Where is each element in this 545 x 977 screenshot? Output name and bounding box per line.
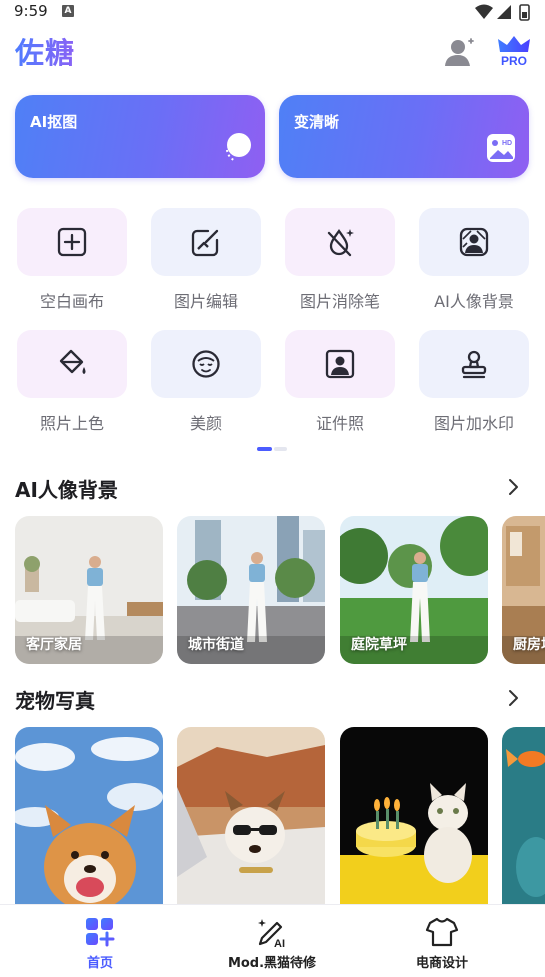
tool-icon-box	[17, 330, 127, 398]
nav-label: 首页	[86, 956, 113, 971]
portrait-bg-card[interactable]: 城市街道	[177, 516, 325, 664]
bottom-nav: 首页 AI Mod.黑猫待修 电商设计	[0, 904, 545, 977]
svg-text:AI: AI	[274, 938, 285, 949]
app-title: 佐糖	[15, 30, 75, 72]
cat-cake-image	[340, 727, 488, 905]
plus-square-icon	[57, 227, 87, 257]
tool-beauty[interactable]: 美颜	[151, 330, 261, 434]
tool-label: 图片加水印	[433, 414, 514, 433]
chevron-right-icon[interactable]	[505, 478, 523, 496]
card-label: 庭院草坪	[351, 637, 407, 653]
nav-label: 电商设计	[415, 956, 468, 971]
tool-label: 图片消除笔	[299, 292, 380, 311]
section-title-pet-photo: 宠物写真	[15, 689, 95, 713]
tool-id-photo[interactable]: 证件照	[285, 330, 395, 434]
pet-photo-card[interactable]	[340, 727, 488, 905]
user-add-icon[interactable]	[443, 36, 477, 70]
svg-text:HD: HD	[502, 140, 512, 147]
tool-label: 证件照	[315, 414, 364, 433]
page-indicator	[257, 447, 287, 451]
status-time: 9:59	[14, 2, 48, 20]
pet-photo-card[interactable]	[177, 727, 325, 905]
tshirt-icon	[425, 917, 459, 947]
home-grid-icon	[86, 918, 115, 947]
nav-label: Mod.黑猫待修	[227, 956, 317, 971]
tool-image-edit[interactable]: 图片编辑	[151, 208, 261, 312]
tool-icon-box	[17, 208, 127, 276]
hero-label: AI抠图	[30, 113, 78, 131]
crown-icon	[498, 36, 530, 52]
tool-blank-canvas[interactable]: 空白画布	[17, 208, 127, 312]
tool-icon-box	[285, 208, 395, 276]
portrait-bg-card[interactable]: 庭院草坪	[340, 516, 488, 664]
ai-cutout-card[interactable]: AI抠图	[15, 95, 265, 178]
ai-pen-icon: AI	[258, 919, 285, 949]
edit-image-icon	[191, 229, 219, 257]
dog-car-image	[177, 727, 325, 905]
tool-icon-box	[151, 330, 261, 398]
pet-photo-card[interactable]	[502, 727, 545, 905]
stamp-icon	[461, 350, 487, 379]
section-title-portrait-bg: AI人像背景	[15, 478, 118, 502]
id-photo-icon	[325, 349, 355, 379]
pro-label: PRO	[500, 54, 527, 68]
page-dot-active	[257, 447, 272, 451]
signal-icon	[497, 5, 511, 19]
tool-icon-box	[419, 208, 529, 276]
status-bar: 9:59 A	[0, 0, 545, 24]
paint-bucket-icon	[59, 349, 86, 374]
tool-watermark[interactable]: 图片加水印	[419, 330, 529, 434]
corgi-sky-image	[15, 727, 163, 905]
nav-item-ai-tools[interactable]: AI Mod.黑猫待修	[207, 915, 337, 971]
pet-photo-card[interactable]	[15, 727, 163, 905]
tool-icon-box	[151, 208, 261, 276]
nav-item-home[interactable]: 首页	[35, 915, 165, 971]
face-icon	[192, 350, 220, 378]
tool-ai-portrait-bg[interactable]: AI人像背景	[419, 208, 529, 312]
card-label: 厨房场	[513, 637, 545, 653]
eraser-drop-icon	[327, 229, 354, 257]
cutout-icon	[226, 133, 251, 162]
chevron-right-icon[interactable]	[505, 689, 523, 707]
tool-icon-box	[419, 330, 529, 398]
enhance-card[interactable]: 变清晰 HD	[279, 95, 529, 178]
tool-label: 空白画布	[39, 292, 104, 311]
tool-label: 图片编辑	[173, 292, 238, 311]
tool-label: AI人像背景	[434, 292, 514, 311]
tool-colorize[interactable]: 照片上色	[17, 330, 127, 434]
portrait-bg-card[interactable]: 客厅家居	[15, 516, 163, 664]
tool-eraser[interactable]: 图片消除笔	[285, 208, 395, 312]
tool-icon-box	[285, 330, 395, 398]
status-icons	[475, 4, 530, 21]
notification-badge: A	[62, 5, 74, 17]
card-label: 客厅家居	[26, 637, 82, 653]
card-label: 城市街道	[188, 637, 244, 653]
pro-button[interactable]: PRO	[496, 34, 532, 70]
portrait-bg-card[interactable]: 厨房场	[502, 516, 545, 664]
tool-label: 照片上色	[39, 414, 104, 433]
hero-label: 变清晰	[294, 113, 340, 131]
portrait-bg-icon	[459, 227, 489, 257]
nav-item-ecommerce[interactable]: 电商设计	[377, 915, 507, 971]
tool-label: 美颜	[189, 414, 222, 433]
hd-image-icon: HD	[487, 134, 515, 162]
page-dot	[274, 447, 287, 451]
goldfish-image	[502, 727, 545, 905]
wifi-icon	[475, 4, 493, 19]
